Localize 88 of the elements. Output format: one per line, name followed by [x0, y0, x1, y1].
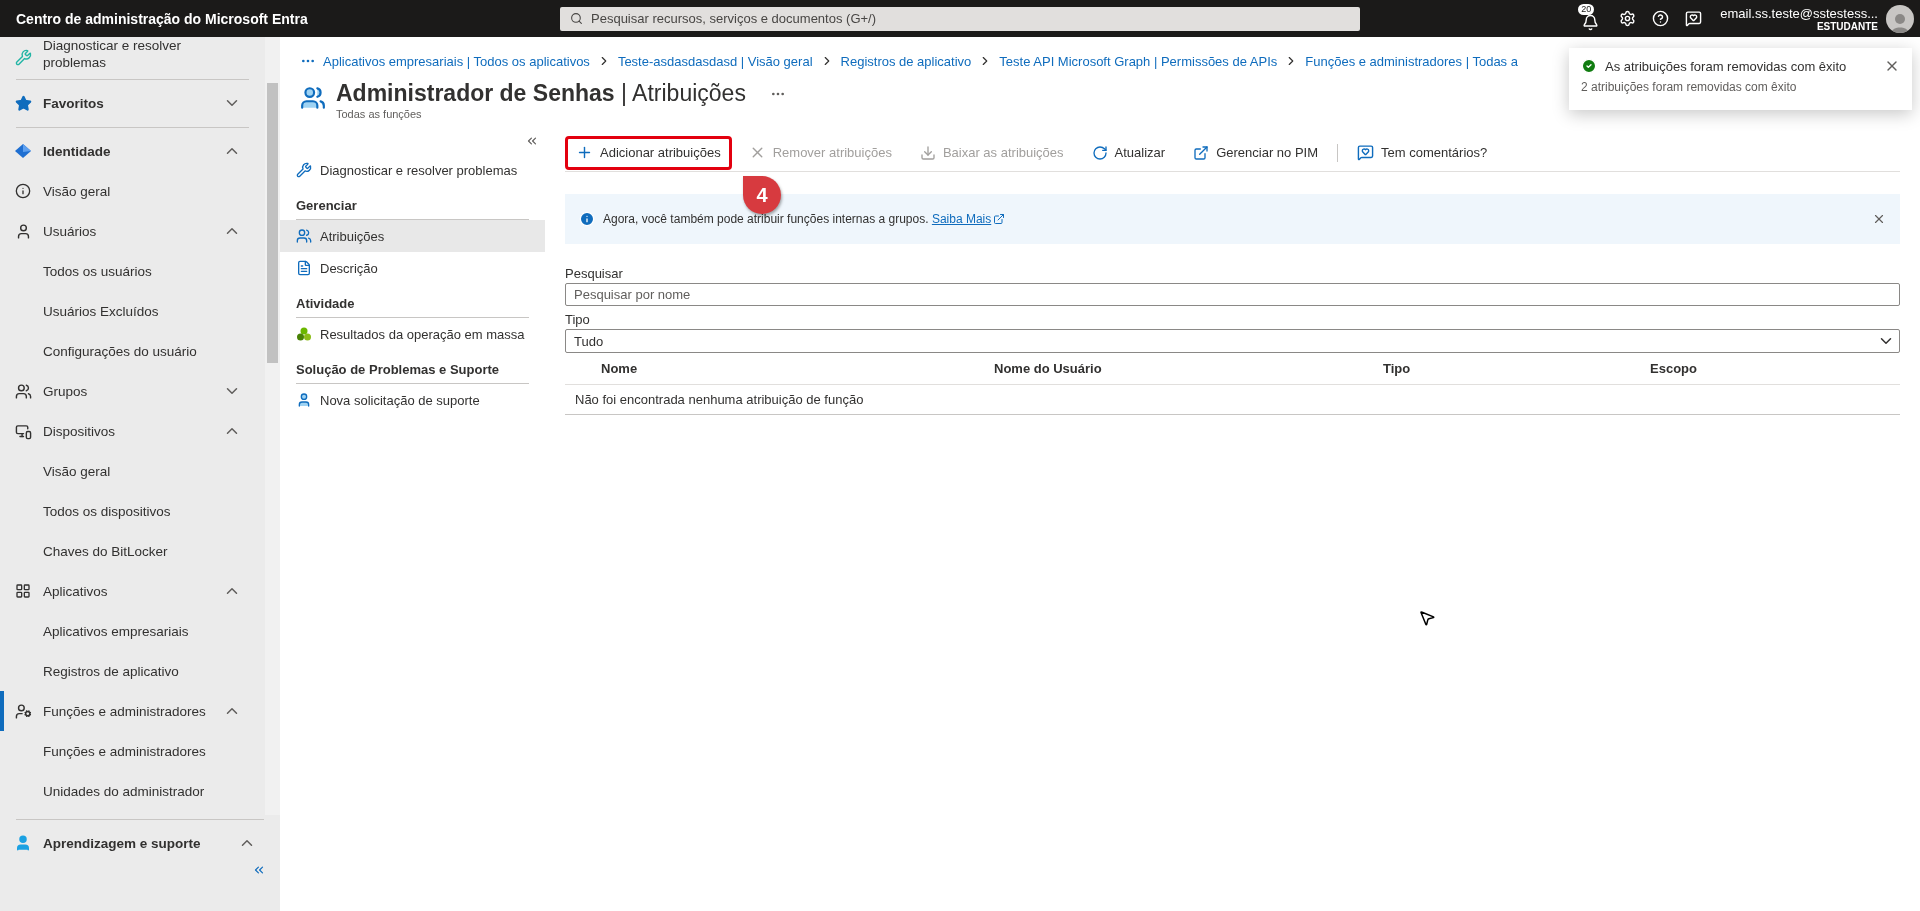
- search-field[interactable]: Pesquisar por nome: [565, 283, 1900, 306]
- sidebar-item[interactable]: Usuários: [0, 211, 265, 251]
- grid-icon: [15, 583, 31, 599]
- menu-item[interactable]: Atribuições: [280, 220, 545, 252]
- breadcrumb-link[interactable]: Teste API Microsoft Graph | Permissões de APIs: [999, 53, 1278, 69]
- banner-text: Agora, você também pode atribuir funções internas a grupos. Saiba Mais: [603, 212, 1006, 226]
- menu-group-heading: Atividade: [296, 290, 529, 318]
- learn-more-link[interactable]: Saiba Mais: [931, 212, 1006, 226]
- toolbar-button[interactable]: Gerenciar no PIM: [1182, 135, 1330, 170]
- users-icon: [296, 228, 312, 244]
- diamond-icon: [14, 143, 32, 159]
- column-header: Nome: [601, 361, 639, 376]
- breadcrumb-link[interactable]: Registros de aplicativo: [840, 53, 972, 69]
- wrench-icon: [14, 48, 32, 66]
- notifications-button[interactable]: 20: [1578, 4, 1604, 33]
- column-header: Tipo: [1383, 361, 1412, 376]
- app-title: Centro de administração do Microsoft Entra: [16, 10, 309, 27]
- toast-message: 2 atribuições foram removidas com êxito: [1581, 80, 1798, 94]
- toolbar-button[interactable]: Tem comentários?: [1346, 135, 1499, 170]
- sidebar-item[interactable]: Grupos: [0, 371, 265, 411]
- search-icon: [570, 12, 583, 25]
- person-icon: [296, 392, 312, 408]
- field-label: Pesquisar: [565, 266, 624, 281]
- sidebar-item[interactable]: Favoritos: [0, 83, 265, 123]
- column-header: Nome do Usuário: [994, 361, 1103, 376]
- info-icon: [15, 183, 31, 199]
- person-icon: [14, 834, 32, 852]
- breadcrumb-link[interactable]: Aplicativos empresariais | Todos os aplicativos: [323, 53, 590, 69]
- user-gear-icon: [14, 702, 32, 720]
- close-icon[interactable]: [1872, 212, 1886, 226]
- external-link-icon: [1193, 144, 1210, 161]
- menu-item[interactable]: Nova solicitação de suporte: [280, 384, 545, 416]
- sidebar-item[interactable]: Diagnosticar e resolver problemas: [0, 39, 265, 75]
- refresh-icon: [1091, 144, 1108, 161]
- type-dropdown[interactable]: Tudo: [565, 329, 1900, 353]
- menu-item[interactable]: Resultados da operação em massa: [280, 318, 545, 350]
- menu-item[interactable]: Descrição: [280, 252, 545, 284]
- menu-group-heading: Solução de Problemas e Suporte: [296, 356, 529, 384]
- sidebar-item[interactable]: Visão geral: [0, 171, 265, 211]
- external-link-icon: [993, 213, 1006, 225]
- sidebar-item[interactable]: Aplicativos: [0, 571, 265, 611]
- toolbar-button[interactable]: Atualizar: [1080, 135, 1177, 170]
- sidebar-item[interactable]: Configurações do usuário: [0, 331, 265, 371]
- sidebar-item[interactable]: Todos os usuários: [0, 251, 265, 291]
- devices-icon: [14, 422, 32, 440]
- page-title: Administrador de Senhas | Atribuições: [336, 79, 746, 107]
- sidebar-item[interactable]: Usuários Excluídos: [0, 291, 265, 331]
- settings-icon[interactable]: [1619, 10, 1637, 27]
- avatar[interactable]: [1886, 4, 1914, 33]
- breadcrumb-link[interactable]: Funções e administradores | Todas a: [1305, 53, 1518, 69]
- menu-item[interactable]: Diagnosticar e resolver problemas: [280, 154, 545, 186]
- success-icon: [1581, 58, 1597, 74]
- account-role: ESTUDANTE: [1816, 20, 1878, 32]
- wrench-icon: [296, 162, 312, 178]
- page-subtitle: Todas as funções: [336, 108, 423, 120]
- help-icon[interactable]: [1652, 10, 1670, 27]
- group-icon: [14, 382, 32, 400]
- star-icon: [14, 94, 32, 112]
- collapse-icon[interactable]: [252, 863, 266, 877]
- feedback-icon[interactable]: [1685, 10, 1703, 27]
- account-email[interactable]: email.ss.teste@sstestess...: [1720, 5, 1878, 21]
- download-icon: [919, 144, 936, 161]
- sidebar-item[interactable]: Identidade: [0, 131, 265, 171]
- breadcrumb-link[interactable]: Teste-asdasdasdasd | Visão geral: [617, 53, 813, 69]
- column-header: Escopo: [1650, 361, 1698, 376]
- step-badge: 4: [743, 176, 781, 214]
- scrollbar[interactable]: [265, 37, 280, 815]
- sidebar-item[interactable]: Aprendizagem e suporte: [0, 823, 280, 863]
- sidebar-item[interactable]: Todos os dispositivos: [0, 491, 265, 531]
- sidebar-item[interactable]: Registros de aplicativo: [0, 651, 265, 691]
- search-field[interactable]: Pesquisar recursos, serviços e documentos (G+/): [560, 6, 1360, 31]
- feedback-icon: [1357, 144, 1375, 161]
- toolbar-button[interactable]: Adicionar atribuições: [565, 135, 732, 170]
- empty-message: Não foi encontrada nenhuma atribuição de função: [565, 385, 1900, 415]
- toast-title: As atribuições foram removidas com êxito: [1605, 58, 1847, 74]
- circles-icon: [296, 326, 312, 342]
- sidebar-item[interactable]: Aplicativos empresariais: [0, 611, 265, 651]
- users-icon: [300, 85, 326, 111]
- plus-icon: [576, 144, 593, 161]
- document-icon: [296, 260, 312, 276]
- field-label: Tipo: [565, 312, 591, 327]
- sidebar-item[interactable]: Chaves do BitLocker: [0, 531, 265, 571]
- mouse-pointer-icon: [1418, 609, 1436, 627]
- sidebar-item[interactable]: Visão geral: [0, 451, 265, 491]
- sidebar-item[interactable]: Unidades do administrador: [0, 771, 265, 811]
- sidebar-item[interactable]: Dispositivos: [0, 411, 265, 451]
- sidebar-item[interactable]: Funções e administradores: [0, 731, 265, 771]
- info-icon: [579, 211, 595, 227]
